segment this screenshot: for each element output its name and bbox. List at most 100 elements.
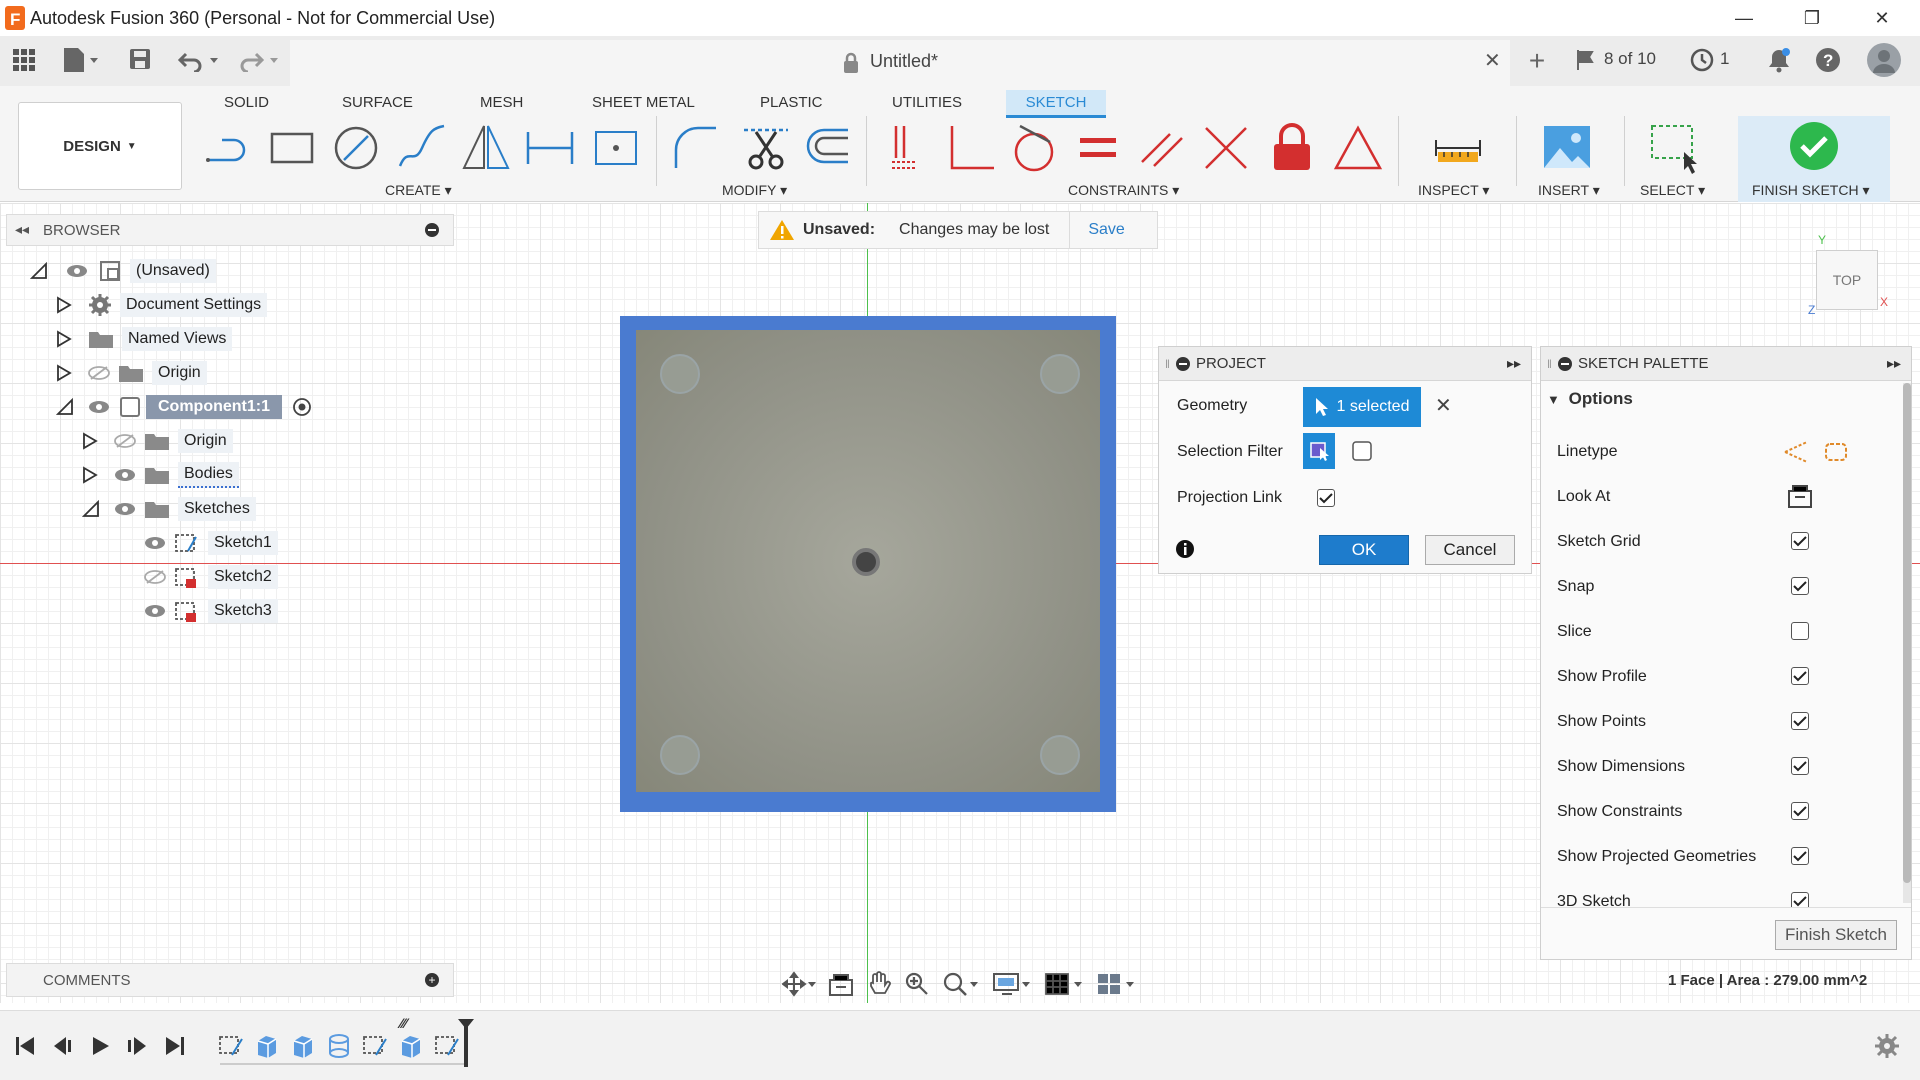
tree-row-sketches[interactable]: Sketches (82, 492, 470, 526)
collapsed-triangle-icon[interactable] (82, 466, 104, 484)
expanded-triangle-icon[interactable] (82, 500, 104, 518)
fit-icon[interactable] (942, 971, 980, 997)
tab-utilities[interactable]: UTILITIES (878, 90, 976, 115)
palette-scrollbar[interactable] (1903, 383, 1911, 903)
construction-linetype-icon[interactable] (1783, 439, 1809, 465)
timeline-hole-icon[interactable] (326, 1033, 352, 1059)
filter-bodies-icon[interactable] (1351, 439, 1375, 463)
ok-button[interactable]: OK (1319, 535, 1409, 565)
filter-specified-entities-icon[interactable] (1303, 433, 1335, 469)
timeline-settings-gear-icon[interactable] (1874, 1033, 1900, 1059)
horizontal-vertical-constraint-icon[interactable] (882, 122, 934, 174)
clear-selection-icon[interactable]: ✕ (1435, 393, 1452, 418)
help-icon[interactable]: ? (1814, 46, 1842, 74)
orbit-icon[interactable] (782, 971, 816, 997)
palette-option-checkbox[interactable] (1791, 712, 1809, 730)
dialog-minimize-icon[interactable] (1175, 356, 1190, 371)
tree-row-component[interactable]: Component1:1 (56, 390, 470, 424)
collapsed-triangle-icon[interactable] (56, 296, 78, 314)
tree-row-named-views[interactable]: Named Views (56, 322, 470, 356)
eye-icon[interactable] (114, 501, 136, 517)
file-menu-icon[interactable] (62, 46, 100, 74)
finish-sketch-palette-button[interactable]: Finish Sketch (1775, 920, 1897, 950)
step-back-icon[interactable] (52, 1035, 74, 1057)
create-menu[interactable]: CREATE ▾ (385, 182, 452, 199)
viewports-icon[interactable] (1096, 971, 1136, 997)
triangle-constraint-icon[interactable] (1332, 122, 1384, 174)
eye-hidden-icon[interactable] (114, 433, 136, 449)
expand-palette-icon[interactable]: ▸▸ (1887, 355, 1901, 372)
tab-surface[interactable]: SURFACE (328, 90, 427, 115)
equal-constraint-icon[interactable] (1072, 122, 1124, 174)
insert-menu[interactable]: INSERT ▾ (1538, 182, 1600, 199)
workspace-dropdown[interactable]: DESIGN ▼ (18, 102, 182, 190)
palette-option-row[interactable]: Snap (1541, 564, 1911, 609)
insert-image-icon[interactable] (1542, 122, 1594, 174)
collapsed-triangle-icon[interactable] (56, 364, 78, 382)
tab-plastic[interactable]: PLASTIC (746, 90, 837, 115)
timeline-extrude-icon[interactable] (290, 1033, 316, 1059)
palette-option-checkbox[interactable] (1791, 802, 1809, 820)
activate-radio-icon[interactable] (292, 397, 312, 417)
grid-snaps-icon[interactable] (1044, 971, 1084, 997)
drag-handle-icon[interactable]: ‖ (1165, 357, 1170, 371)
redo-icon[interactable] (238, 48, 280, 72)
tree-row-document-settings[interactable]: Document Settings (56, 288, 470, 322)
expanded-triangle-icon[interactable] (56, 398, 78, 416)
projection-link-checkbox[interactable] (1317, 489, 1335, 507)
projected-face-outline[interactable] (620, 316, 1116, 812)
tree-row-origin[interactable]: Origin (56, 356, 470, 390)
palette-option-row[interactable]: 3D Sketch (1541, 879, 1911, 907)
collapsed-triangle-icon[interactable] (82, 432, 104, 450)
parallel-constraint-icon[interactable] (1136, 122, 1188, 174)
palette-option-row[interactable]: Show Dimensions (1541, 744, 1911, 789)
eye-icon[interactable] (114, 467, 136, 483)
centerline-linetype-icon[interactable] (1823, 439, 1849, 465)
step-forward-icon[interactable] (126, 1035, 148, 1057)
spline-tool-icon[interactable] (396, 122, 448, 174)
fix-constraint-lock-icon[interactable] (1266, 122, 1318, 174)
browser-minimize-icon[interactable] (425, 223, 439, 237)
restore-button[interactable]: ❐ (1782, 0, 1842, 36)
perpendicular-constraint-icon[interactable] (944, 122, 996, 174)
modify-menu[interactable]: MODIFY ▾ (722, 182, 787, 199)
save-icon[interactable] (128, 47, 152, 71)
drag-handle-icon[interactable]: ‖ (1547, 357, 1552, 371)
collapsed-triangle-icon[interactable] (56, 330, 78, 348)
circle-tool-icon[interactable] (330, 122, 382, 174)
close-tab-button[interactable]: ✕ (1484, 48, 1501, 73)
palette-option-checkbox[interactable] (1791, 532, 1809, 550)
user-avatar[interactable] (1866, 42, 1902, 78)
select-menu[interactable]: SELECT ▾ (1640, 182, 1705, 199)
save-link[interactable]: Save (1088, 221, 1124, 239)
expanded-triangle-icon[interactable] (30, 262, 52, 280)
timeline-sketch-icon[interactable] (434, 1033, 460, 1059)
palette-option-row[interactable]: Sketch Grid (1541, 519, 1911, 564)
eye-icon[interactable] (144, 535, 166, 551)
info-icon[interactable] (1175, 539, 1195, 559)
options-section-header[interactable]: ▼ Options (1547, 389, 1633, 409)
timeline-extrude-icon[interactable] (254, 1033, 280, 1059)
cancel-button[interactable]: Cancel (1425, 535, 1515, 565)
go-to-end-icon[interactable] (164, 1035, 186, 1057)
zoom-icon[interactable] (904, 971, 930, 997)
document-tab[interactable]: Untitled* ✕ (290, 40, 1510, 86)
palette-option-checkbox[interactable] (1791, 892, 1809, 907)
palette-option-row[interactable]: Show Profile (1541, 654, 1911, 699)
palette-option-row[interactable]: Show Points (1541, 699, 1911, 744)
inspect-menu[interactable]: INSPECT ▾ (1418, 182, 1489, 199)
tangent-constraint-icon[interactable] (1008, 122, 1060, 174)
tab-solid[interactable]: SOLID (210, 90, 283, 115)
look-at-icon[interactable] (1787, 483, 1813, 509)
palette-option-checkbox[interactable] (1791, 577, 1809, 595)
origin-point[interactable] (852, 548, 880, 576)
job-status-text[interactable]: 8 of 10 (1604, 49, 1656, 69)
dimension-tool-icon[interactable] (524, 122, 576, 174)
point-tool-icon[interactable] (590, 122, 642, 174)
select-window-icon[interactable] (1648, 122, 1700, 174)
display-settings-icon[interactable] (992, 971, 1032, 997)
tree-row-component-origin[interactable]: Origin (82, 424, 470, 458)
play-icon[interactable] (90, 1035, 112, 1057)
offset-tool-icon[interactable] (800, 122, 852, 174)
add-comment-icon[interactable]: + (425, 973, 439, 987)
